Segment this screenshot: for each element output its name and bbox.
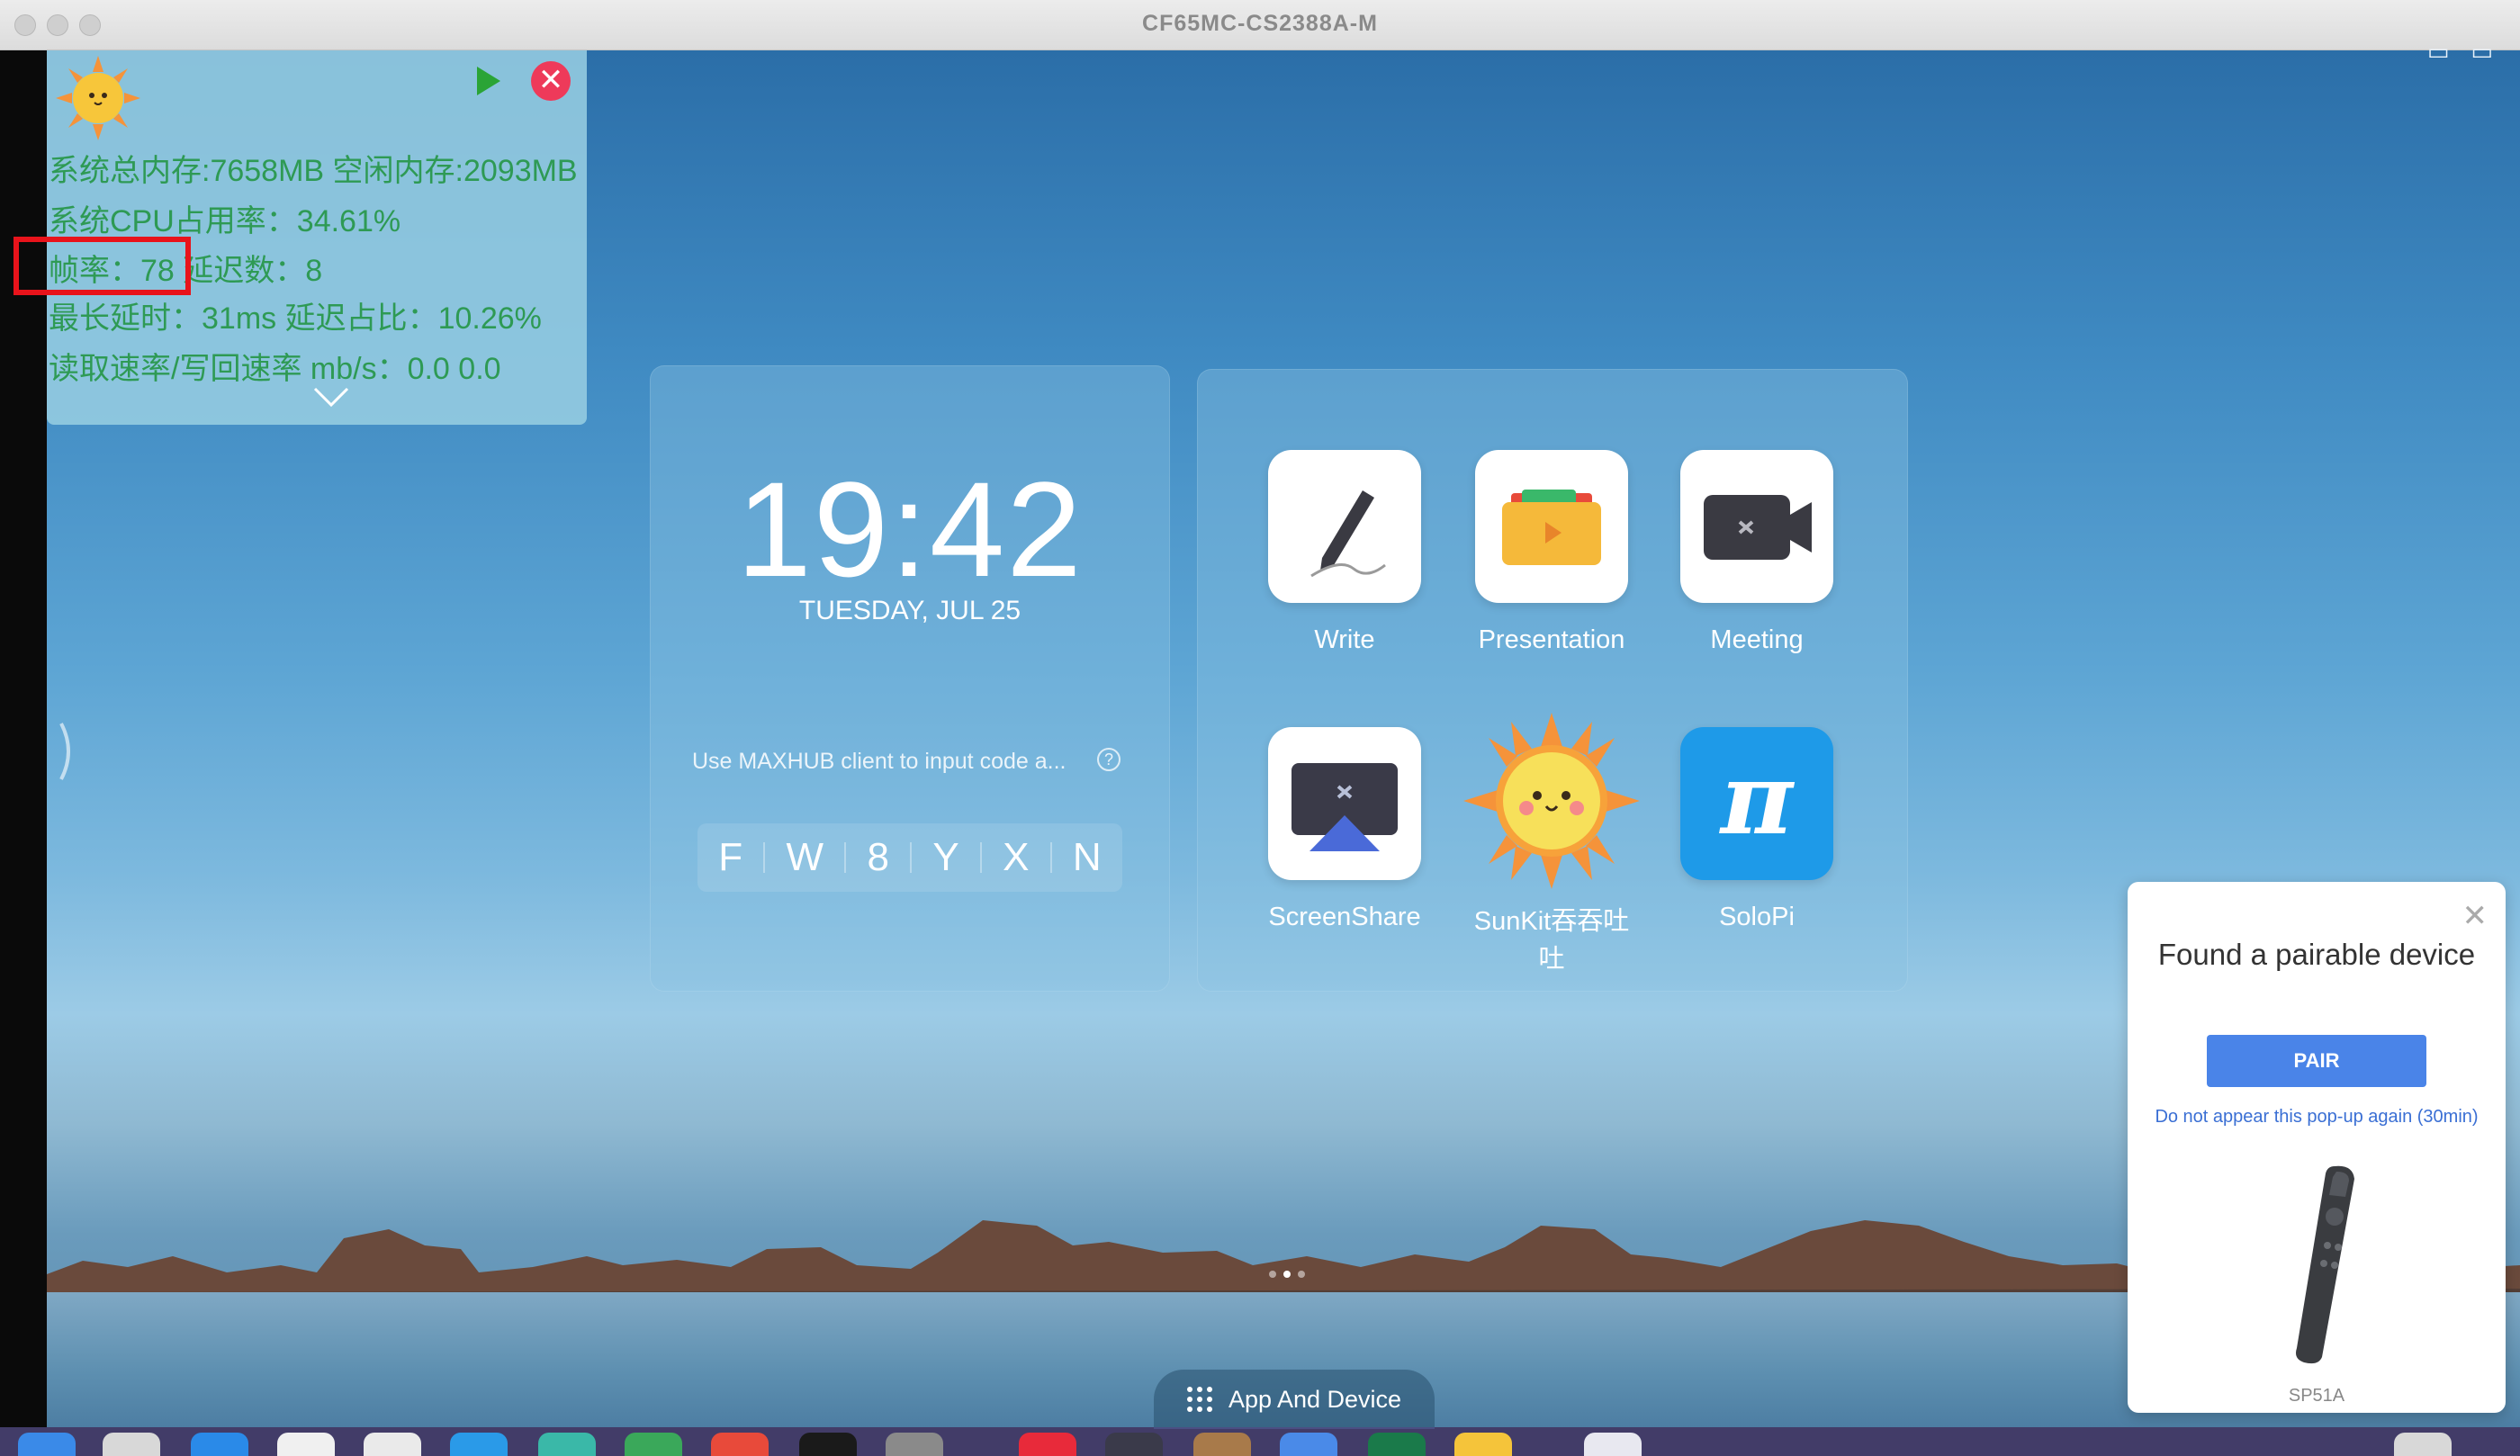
trash-icon[interactable] <box>2394 1433 2452 1456</box>
notes-icon[interactable] <box>1454 1433 1512 1456</box>
wechat-icon[interactable] <box>625 1433 682 1456</box>
app-label: Presentation <box>1478 625 1625 654</box>
perf-memory: 系统总内存:7658MB 空闲内存:2093MB <box>49 154 578 188</box>
code-separator <box>1049 842 1052 873</box>
terminal-icon[interactable] <box>799 1433 857 1456</box>
app-icon[interactable] <box>1019 1433 1076 1456</box>
document-icon[interactable] <box>1584 1433 1642 1456</box>
code-separator <box>979 842 982 873</box>
launchpad-icon[interactable] <box>103 1433 160 1456</box>
app-write[interactable]: Write <box>1255 450 1435 659</box>
app-icon[interactable] <box>1368 1433 1426 1456</box>
code-hint: Use MAXHUB client to input code a... <box>692 749 1066 774</box>
perf-latency: 最长延时：31ms 延迟占比：10.26% <box>49 301 542 336</box>
window-title: CF65MC-CS2388A-M <box>1142 11 1378 36</box>
browser-icon[interactable] <box>450 1433 508 1456</box>
page-indicator <box>1269 1271 1305 1278</box>
fps-highlight-box <box>14 237 191 295</box>
write-icon <box>1268 450 1421 603</box>
folder-icon <box>1475 450 1628 603</box>
sun-icon <box>1463 713 1640 889</box>
settings-icon[interactable] <box>886 1433 943 1456</box>
remote-control-image <box>2296 1165 2354 1364</box>
screenshare-icon <box>1268 727 1421 880</box>
perf-io: 读取速率/写回速率 mb/s：0.0 0.0 <box>49 352 501 386</box>
pair-button[interactable]: PAIR <box>2207 1035 2426 1087</box>
close-icon[interactable]: ✕ <box>531 61 571 101</box>
app-and-device-button[interactable]: App And Device <box>1154 1370 1435 1429</box>
close-icon[interactable]: ✕ <box>2462 898 2488 934</box>
page-dot[interactable] <box>1298 1271 1305 1278</box>
app-store-icon[interactable] <box>191 1433 248 1456</box>
dismiss-link[interactable]: Do not appear this pop-up again (30min) <box>2128 1107 2506 1128</box>
perf-cpu: 系统CPU占用率：34.61% <box>49 204 401 238</box>
chrome-icon[interactable] <box>364 1433 421 1456</box>
app-solopi[interactable]: π SoloPi <box>1667 727 1847 936</box>
code-char: 8 <box>867 835 889 879</box>
app-screenshare[interactable]: ScreenShare <box>1255 727 1435 936</box>
app-meeting[interactable]: Meeting <box>1667 450 1847 659</box>
sun-icon <box>56 56 140 140</box>
status-icons: ▭ ▭ <box>2427 38 2493 66</box>
app-icon[interactable] <box>1280 1433 1337 1456</box>
video-camera-icon <box>1680 450 1833 603</box>
code-char: W <box>786 835 824 879</box>
safari-icon[interactable] <box>277 1433 335 1456</box>
chevron-down-icon[interactable] <box>313 385 349 409</box>
svg-text:π: π <box>1719 741 1796 857</box>
code-separator <box>763 842 766 873</box>
app-presentation[interactable]: Presentation <box>1462 450 1642 659</box>
messages-icon[interactable] <box>538 1433 596 1456</box>
share-code: F W 8 Y X N <box>698 823 1122 892</box>
page-dot-active[interactable] <box>1283 1271 1291 1278</box>
app-label: Meeting <box>1710 625 1804 654</box>
code-separator <box>844 842 847 873</box>
finder-icon[interactable] <box>18 1433 76 1456</box>
screen-icon[interactable]: ▭ <box>2427 38 2450 66</box>
popup-title: Found a pairable device <box>2157 938 2476 971</box>
grid-icon <box>1186 1387 1212 1412</box>
play-icon[interactable] <box>477 67 500 95</box>
code-char: X <box>1003 835 1030 879</box>
side-handle-icon[interactable] <box>56 720 77 783</box>
code-char: Y <box>932 835 959 879</box>
display-icon[interactable]: ▭ <box>2470 38 2493 66</box>
app-icon[interactable] <box>1193 1433 1251 1456</box>
help-icon[interactable]: ? <box>1097 748 1120 771</box>
code-char: N <box>1072 835 1102 879</box>
app-label: SoloPi <box>1719 903 1795 931</box>
app-and-device-label: App And Device <box>1228 1385 1402 1413</box>
app-label: SunKit吞吞吐吐 <box>1473 907 1630 974</box>
app-sunkit[interactable]: SunKit吞吞吐吐 <box>1462 711 1642 978</box>
code-separator <box>910 842 913 873</box>
app-icon[interactable] <box>711 1433 769 1456</box>
pair-popup: ✕ Found a pairable device PAIR Do not ap… <box>2128 882 2506 1413</box>
device-model: SP51A <box>2288 1386 2345 1406</box>
page-dot[interactable] <box>1269 1271 1276 1278</box>
clock-time: 19:42 <box>736 454 1084 605</box>
app-label: ScreenShare <box>1268 903 1421 931</box>
window-titlebar: CF65MC-CS2388A-M <box>0 0 2520 50</box>
pi-icon: π <box>1680 727 1833 880</box>
clock-date: TUESDAY, JUL 25 <box>798 596 1022 625</box>
app-label: Write <box>1314 625 1375 654</box>
code-char: F <box>718 835 743 879</box>
app-icon[interactable] <box>1105 1433 1163 1456</box>
clock-panel: 19:42 TUESDAY, JUL 25 Use MAXHUB client … <box>650 365 1170 992</box>
